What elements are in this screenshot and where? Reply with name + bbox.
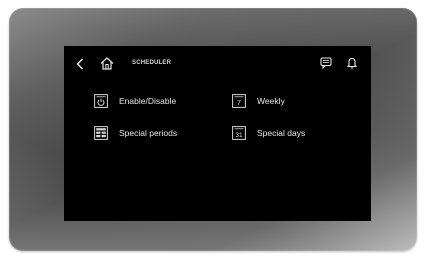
menu-item-label: Special periods bbox=[119, 128, 178, 138]
page-title: SCHEDULER bbox=[132, 60, 172, 66]
menu-item-weekly[interactable]: 7 Weekly bbox=[232, 94, 322, 110]
menu-item-enable-disable[interactable]: Enable/Disable bbox=[94, 94, 204, 110]
menu-item-label: Enable/Disable bbox=[119, 96, 177, 106]
bell-icon[interactable] bbox=[347, 57, 357, 69]
calendar-7-icon: 7 bbox=[232, 94, 246, 108]
menu-item-label: Special days bbox=[257, 128, 306, 138]
calendar-31-digits: 31 bbox=[235, 132, 243, 139]
calendar-7-digit: 7 bbox=[237, 98, 241, 107]
message-icon[interactable] bbox=[320, 57, 332, 69]
menu-item-special-periods[interactable]: Special periods bbox=[94, 126, 214, 142]
top-bar: SCHEDULER bbox=[64, 46, 371, 80]
home-icon[interactable] bbox=[100, 57, 114, 70]
scheduler-screen: SCHEDULER Enable/Disable 7 Weekly Specia… bbox=[64, 46, 371, 221]
calendar-grid-icon bbox=[94, 126, 108, 140]
calendar-31-icon: 31 bbox=[232, 126, 246, 140]
menu-item-label: Weekly bbox=[257, 96, 285, 106]
power-icon bbox=[94, 94, 108, 108]
menu-item-special-days[interactable]: 31 Special days bbox=[232, 126, 342, 142]
back-arrow-icon[interactable] bbox=[76, 58, 84, 70]
